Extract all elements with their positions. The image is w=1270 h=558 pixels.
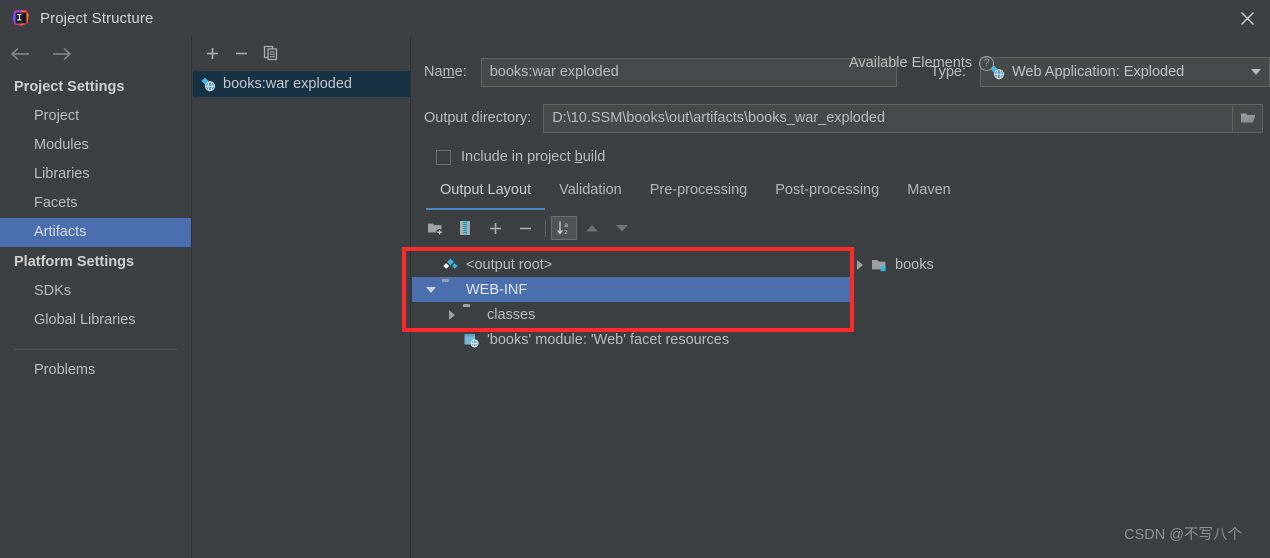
sidebar-item-facets[interactable]: Facets [0, 189, 191, 218]
sidebar-divider [14, 349, 177, 350]
output-directory-input[interactable] [543, 103, 1234, 133]
tree-expander-collapsed[interactable] [441, 309, 463, 320]
module-folder-icon [871, 257, 888, 273]
include-in-project-build-label: Include in project build [461, 149, 606, 165]
svg-text:a: a [564, 222, 568, 229]
plus-icon[interactable] [480, 216, 510, 240]
available-elements-header: Available Elements ? [849, 55, 995, 71]
sidebar-item-sdks[interactable]: SDKs [0, 277, 191, 306]
name-label-mnemonic: m [442, 64, 455, 80]
tree-row-label: books [895, 256, 934, 273]
artifact-list-item-label: books:war exploded [223, 76, 352, 92]
folder-icon [463, 307, 480, 323]
artifact-list-item[interactable]: books:war exploded [193, 71, 410, 97]
include-in-project-build-checkbox[interactable] [436, 149, 451, 165]
tree-row[interactable]: classes [412, 302, 852, 327]
tree-row-label: WEB-INF [466, 281, 528, 298]
toolbar-separator [545, 219, 546, 237]
arrow-right-icon[interactable] [50, 47, 72, 61]
new-folder-icon[interactable] [420, 216, 450, 240]
watermark-text: CSDN @不写八个 [1124, 527, 1242, 543]
web-artifact-icon [200, 76, 216, 92]
tree-row-label: 'books' module: 'Web' facet resources [487, 331, 730, 348]
window-title: Project Structure [40, 9, 154, 27]
sidebar-item-problems[interactable]: Problems [0, 356, 191, 385]
artifact-type-dropdown[interactable]: Web Application: Exploded [980, 57, 1270, 87]
sidebar-item-modules[interactable]: Modules [0, 131, 191, 160]
title-bar: Project Structure [0, 0, 1270, 36]
artifact-name-input[interactable] [480, 57, 897, 87]
tab-validation[interactable]: Validation [545, 179, 636, 210]
output-directory-row: Output directory: [424, 103, 1270, 133]
sidebar-item-artifacts[interactable]: Artifacts [0, 218, 191, 247]
tree-row[interactable]: WEB-INF [412, 277, 852, 302]
sidebar-group-platform-settings: Platform Settings [14, 254, 135, 270]
output-layout-tree: <output root> WEB-INF classes 'books' mo… [412, 252, 852, 352]
archive-icon[interactable] [450, 216, 480, 240]
sort-az-icon[interactable]: a z [551, 216, 577, 240]
chevron-right-icon [449, 309, 455, 320]
folder-open-icon[interactable] [1233, 103, 1264, 133]
name-type-row: Name: Type: Web Application: Exploded [424, 57, 1270, 87]
include-label-mnemonic: b [574, 149, 583, 165]
copy-icon[interactable] [263, 45, 279, 61]
tab-output-layout[interactable]: Output Layout [426, 179, 546, 210]
navigation-arrows [0, 36, 191, 72]
available-elements-title: Available Elements [849, 55, 973, 71]
tree-row[interactable]: <output root> [412, 252, 852, 277]
output-directory-label: Output directory: [424, 110, 532, 126]
available-elements-tree: books [849, 252, 1269, 277]
minus-icon[interactable] [234, 46, 249, 61]
tree-row[interactable]: books [849, 252, 1269, 277]
sidebar-group-project-settings: Project Settings [14, 79, 125, 95]
chevron-right-icon [857, 259, 863, 270]
svg-text:z: z [564, 229, 567, 236]
tree-expander-expanded[interactable] [420, 286, 442, 293]
arrow-left-icon[interactable] [10, 47, 32, 61]
intellij-idea-logo-icon [12, 9, 30, 27]
sidebar-item-project[interactable]: Project [0, 102, 191, 131]
tree-row-label: <output root> [466, 256, 553, 273]
chevron-down-icon [1251, 69, 1261, 75]
tree-row[interactable]: 'books' module: 'Web' facet resources [412, 327, 852, 352]
settings-sidebar: Project Settings Project Modules Librari… [0, 36, 192, 558]
help-icon[interactable]: ? [979, 55, 995, 71]
tab-post-processing[interactable]: Post-processing [761, 179, 893, 210]
name-label: Name: [424, 64, 467, 80]
chevron-down-icon [426, 286, 436, 293]
close-icon[interactable] [1224, 0, 1270, 36]
artifacts-list-panel: books:war exploded [193, 36, 411, 558]
tree-row-label: classes [487, 306, 536, 323]
artifact-details-pane: Name: Type: Web Application: Exploded [412, 36, 1270, 558]
project-structure-dialog: Project Structure Project Settings Proje… [0, 0, 1270, 558]
artifact-root-icon [442, 257, 459, 273]
sidebar-item-global-libraries[interactable]: Global Libraries [0, 306, 191, 335]
artifact-tabs: Output Layout Validation Pre-processing … [426, 179, 1270, 210]
arrow-up-icon[interactable] [577, 216, 607, 240]
folder-icon [442, 282, 459, 298]
tree-expander-collapsed[interactable] [849, 259, 871, 270]
minus-icon[interactable] [510, 216, 540, 240]
tab-pre-processing[interactable]: Pre-processing [636, 179, 762, 210]
sidebar-item-libraries[interactable]: Libraries [0, 160, 191, 189]
facet-resources-icon [463, 332, 480, 348]
plus-icon[interactable] [205, 46, 220, 61]
tab-maven[interactable]: Maven [893, 179, 965, 210]
output-layout-toolbar: a z [420, 214, 1270, 242]
artifacts-toolbar [193, 38, 410, 68]
include-in-project-build-row[interactable]: Include in project build [436, 149, 1270, 165]
arrow-down-icon[interactable] [607, 216, 637, 240]
artifact-type-value: Web Application: Exploded [1012, 64, 1185, 80]
